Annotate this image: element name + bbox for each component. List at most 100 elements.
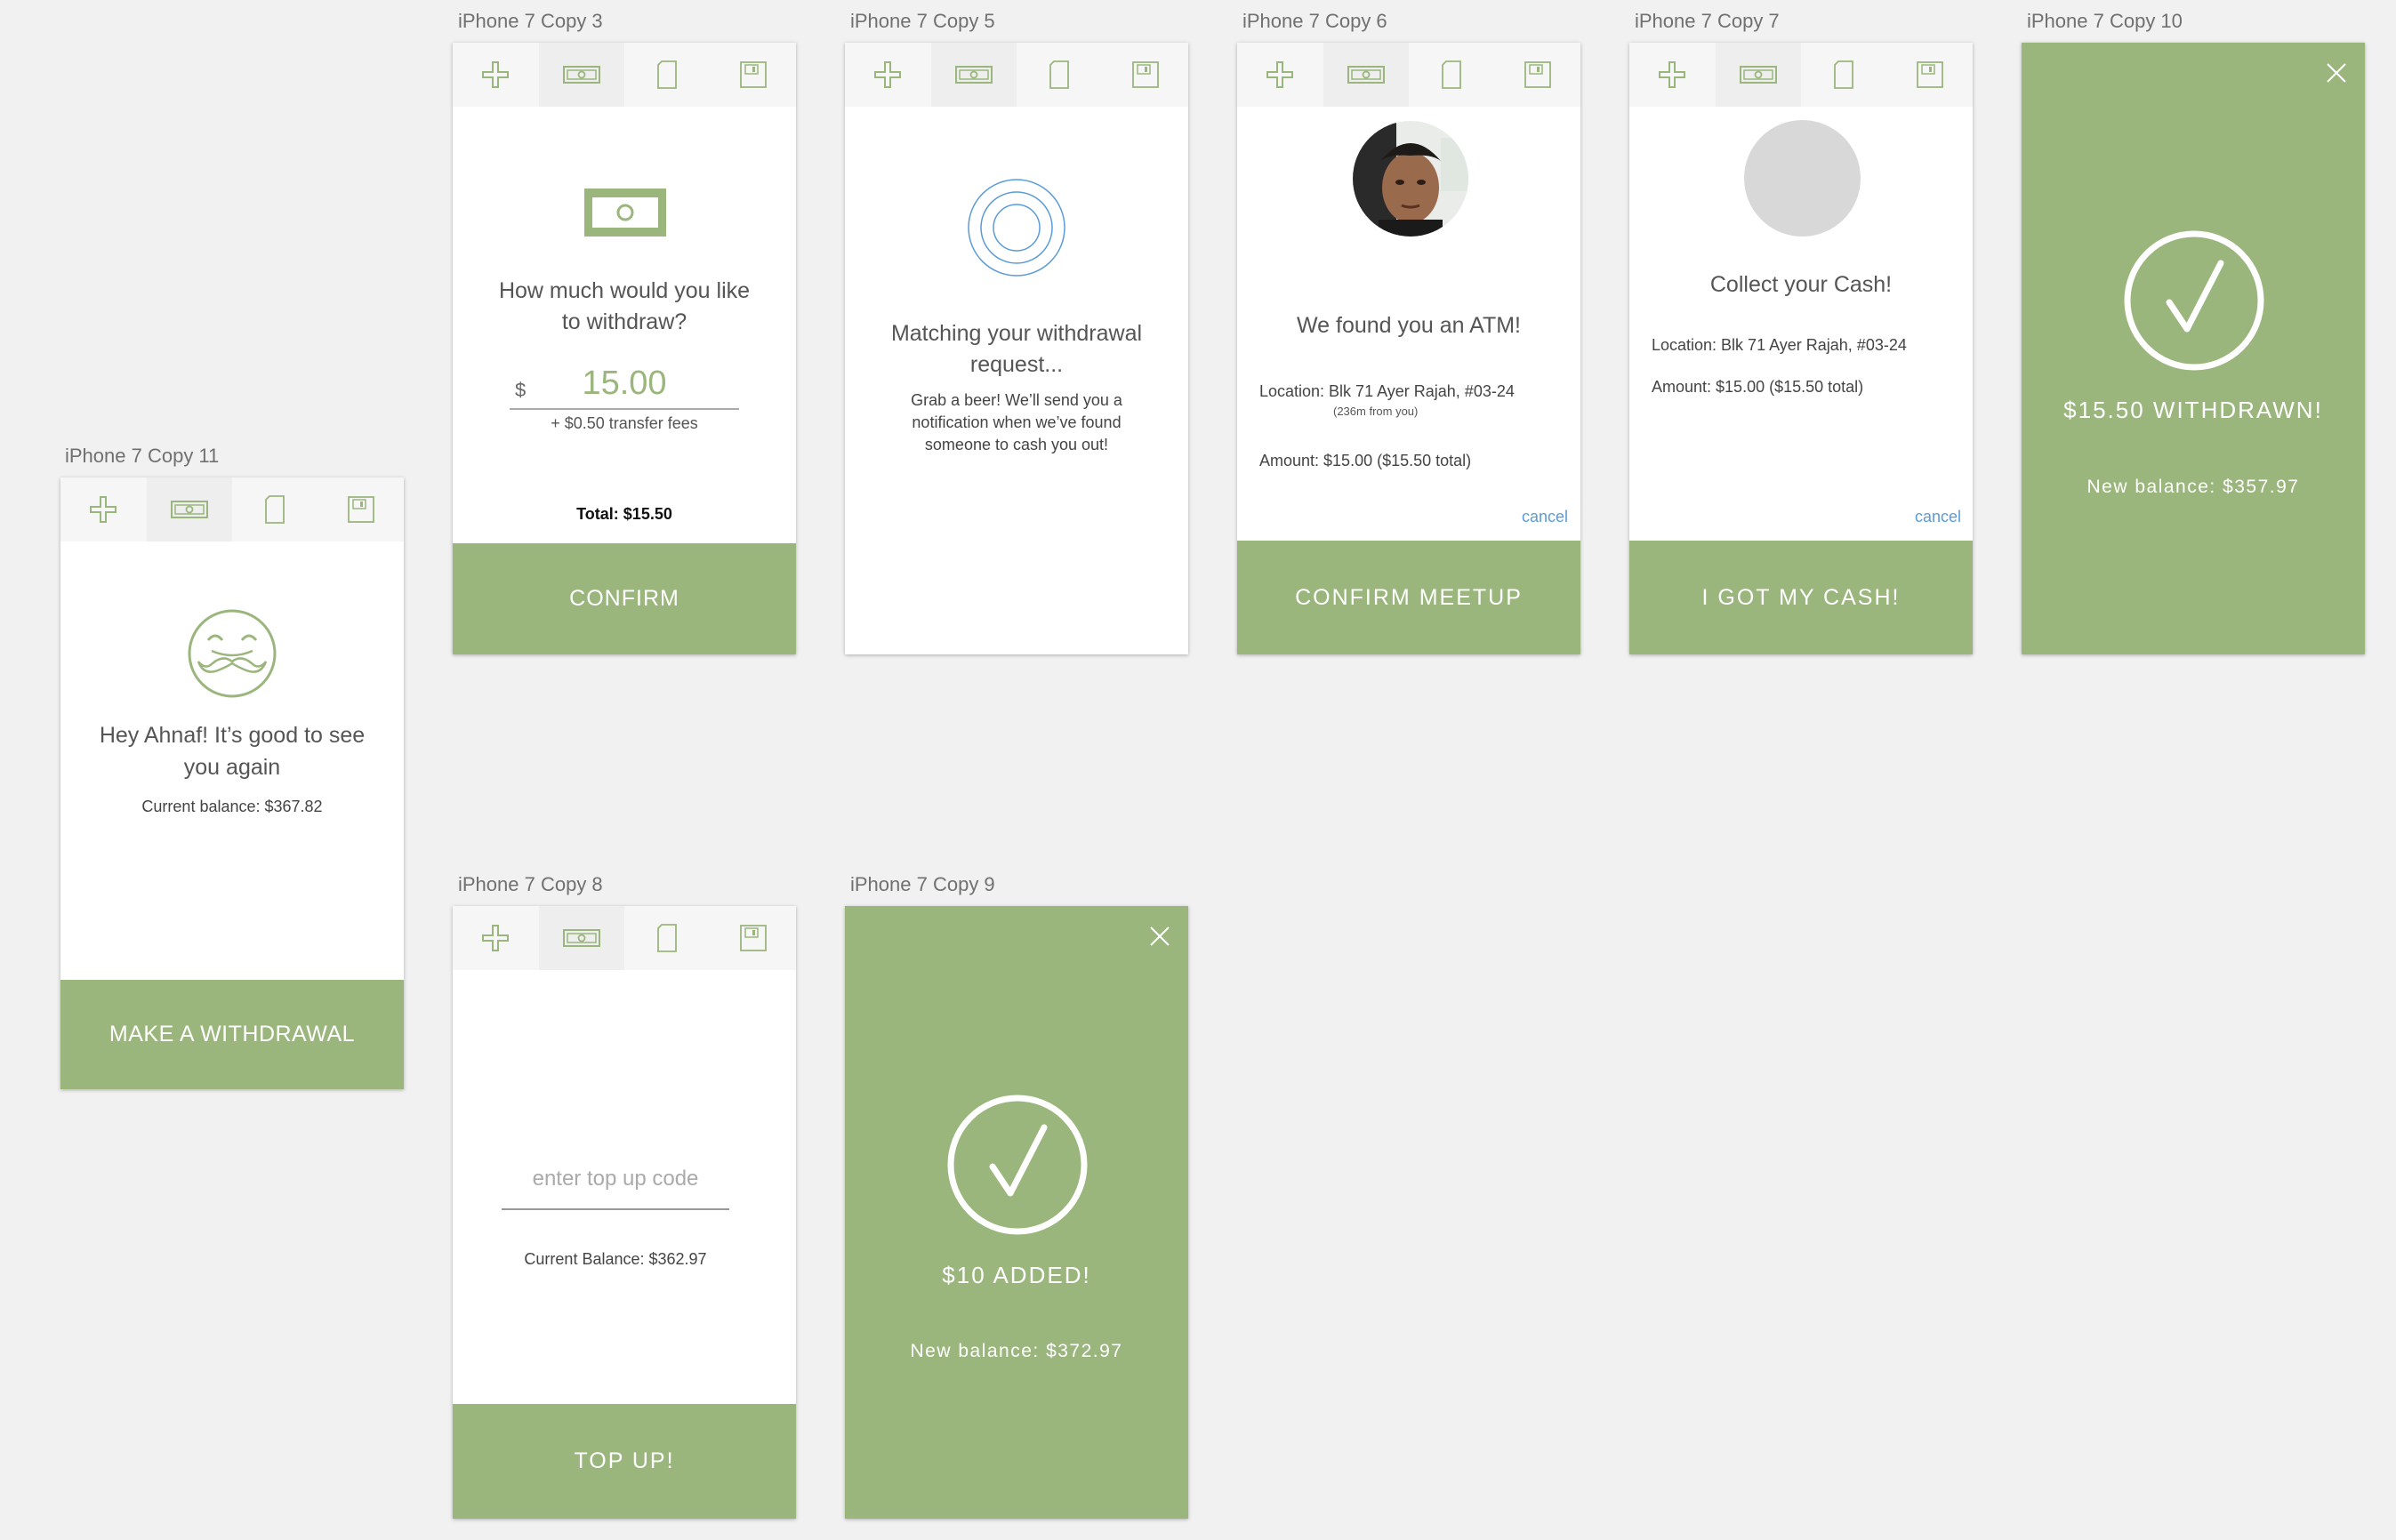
plus-icon xyxy=(874,61,902,88)
matching-screen: Matching your withdrawal request... Grab… xyxy=(845,43,1188,654)
nav-add-button[interactable] xyxy=(453,43,539,107)
save-icon xyxy=(1131,61,1159,88)
current-balance: Current Balance: $362.97 xyxy=(524,1250,707,1268)
document-icon xyxy=(657,60,678,89)
save-icon xyxy=(347,496,374,523)
plus-icon xyxy=(482,925,510,951)
frame-label: iPhone 7 Copy 5 xyxy=(850,10,995,32)
frame-label: iPhone 7 Copy 10 xyxy=(2027,10,2183,32)
nav-history-button[interactable] xyxy=(1409,43,1495,107)
nav-save-button[interactable] xyxy=(1103,43,1189,107)
cash-icon xyxy=(584,188,666,237)
top-up-screen: enter top up code Current Balance: $362.… xyxy=(453,906,796,1519)
document-icon xyxy=(1442,60,1462,89)
nav-withdraw-button[interactable] xyxy=(1323,43,1409,107)
frame-label: iPhone 7 Copy 8 xyxy=(458,873,603,895)
current-balance: Current balance: $367.82 xyxy=(141,798,323,815)
cash-icon xyxy=(170,501,208,518)
nav-save-button[interactable] xyxy=(318,477,405,541)
home-screen: Hey Ahnaf! It’s good to see you again Cu… xyxy=(60,477,404,1089)
check-circle-icon xyxy=(2124,230,2264,371)
nav-withdraw-button[interactable] xyxy=(930,43,1017,107)
cancel-link[interactable]: cancel xyxy=(1915,508,1961,526)
document-icon xyxy=(265,495,285,524)
frame-label: iPhone 7 Copy 3 xyxy=(458,10,603,32)
nav-history-button[interactable] xyxy=(1801,43,1887,107)
location-text: Location: Blk 71 Ayer Rajah, #03-24 xyxy=(1652,336,1907,354)
added-headline: $10 ADDED! xyxy=(942,1262,1091,1288)
nav-bar xyxy=(1629,43,1973,107)
nav-bar xyxy=(453,43,796,107)
cash-icon xyxy=(1739,66,1777,84)
got-cash-button[interactable]: I GOT MY CASH! xyxy=(1629,541,1973,654)
nav-add-button[interactable] xyxy=(845,43,931,107)
atm-found-title: We found you an ATM! xyxy=(1297,313,1521,338)
nav-bar xyxy=(1237,43,1580,107)
nav-add-button[interactable] xyxy=(60,477,147,541)
matching-title: Matching your withdrawal request... xyxy=(890,321,1143,377)
nav-save-button[interactable] xyxy=(711,43,797,107)
amount-text: Amount: $15.00 ($15.50 total) xyxy=(1652,378,1864,396)
close-icon[interactable] xyxy=(1147,924,1172,949)
atm-found-screen: We found you an ATM! Location: Blk 71 Ay… xyxy=(1237,43,1580,654)
location-text: Location: Blk 71 Ayer Rajah, #03-24 xyxy=(1259,382,1515,400)
amount-input[interactable]: 15.00 xyxy=(453,365,796,403)
nav-save-button[interactable] xyxy=(1495,43,1581,107)
nav-save-button[interactable] xyxy=(711,906,797,970)
greeting-text: Hey Ahnaf! It’s good to see you again xyxy=(99,723,366,780)
close-icon[interactable] xyxy=(2324,60,2349,85)
nav-withdraw-button[interactable] xyxy=(146,477,232,541)
plus-icon xyxy=(1659,61,1686,88)
save-icon xyxy=(739,61,767,88)
withdrawn-success-screen: $15.50 WITHDRAWN! New balance: $357.97 xyxy=(2022,43,2365,654)
nav-withdraw-button[interactable] xyxy=(538,43,624,107)
cash-icon xyxy=(954,66,993,84)
nav-history-button[interactable] xyxy=(1017,43,1103,107)
top-up-code-input[interactable]: enter top up code xyxy=(502,1167,729,1191)
nav-add-button[interactable] xyxy=(453,906,539,970)
make-withdrawal-button[interactable]: MAKE A WITHDRAWAL xyxy=(60,980,404,1089)
cash-icon xyxy=(1347,66,1385,84)
save-icon xyxy=(1524,61,1551,88)
avatar-placeholder xyxy=(1744,120,1861,237)
nav-add-button[interactable] xyxy=(1629,43,1716,107)
nav-withdraw-button[interactable] xyxy=(1715,43,1801,107)
collect-cash-screen: Collect your Cash! Location: Blk 71 Ayer… xyxy=(1629,43,1973,654)
nav-withdraw-button[interactable] xyxy=(538,906,624,970)
save-icon xyxy=(739,925,767,951)
document-icon xyxy=(657,924,678,952)
check-circle-icon xyxy=(947,1095,1088,1235)
nav-bar xyxy=(453,906,796,970)
confirm-meetup-button[interactable]: CONFIRM MEETUP xyxy=(1237,541,1580,654)
nav-history-button[interactable] xyxy=(624,43,711,107)
frame-label: iPhone 7 Copy 11 xyxy=(65,445,220,467)
atm-avatar xyxy=(1353,121,1468,237)
top-up-success-screen: $10 ADDED! New balance: $372.97 xyxy=(845,906,1188,1519)
matching-message: Grab a beer! We’ll send you a notificati… xyxy=(911,391,1122,453)
nav-save-button[interactable] xyxy=(1887,43,1974,107)
frame-label: iPhone 7 Copy 6 xyxy=(1242,10,1387,32)
plus-icon xyxy=(1266,61,1294,88)
cancel-link[interactable]: cancel xyxy=(1522,508,1568,526)
nav-add-button[interactable] xyxy=(1237,43,1323,107)
withdrawn-headline: $15.50 WITHDRAWN! xyxy=(2063,397,2323,423)
nav-history-button[interactable] xyxy=(624,906,711,970)
withdraw-question: How much would you like to withdraw? xyxy=(498,278,751,334)
frame-label: iPhone 7 Copy 9 xyxy=(850,873,995,895)
top-up-button[interactable]: TOP UP! xyxy=(453,1404,796,1519)
frame-label: iPhone 7 Copy 7 xyxy=(1635,10,1780,32)
confirm-button[interactable]: CONFIRM xyxy=(453,543,796,654)
transfer-fees: + $0.50 transfer fees xyxy=(551,414,698,432)
document-icon xyxy=(1049,60,1070,89)
cash-icon xyxy=(562,66,600,84)
nav-bar xyxy=(60,477,404,541)
new-balance: New balance: $357.97 xyxy=(2086,477,2300,497)
nav-bar xyxy=(845,43,1188,107)
distance-text: (236m from you) xyxy=(1333,405,1419,418)
total-amount: Total: $15.50 xyxy=(576,505,672,523)
plus-icon xyxy=(90,496,117,523)
plus-icon xyxy=(482,61,510,88)
nav-history-button[interactable] xyxy=(232,477,318,541)
radar-icon xyxy=(968,179,1065,277)
top-up-code-underline xyxy=(502,1208,729,1210)
